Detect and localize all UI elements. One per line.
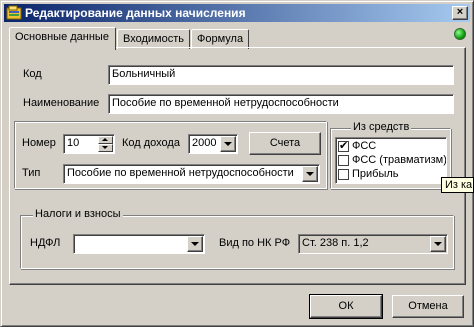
scheta-button[interactable]: Счета	[249, 132, 321, 155]
taxes-title: Налоги и взносы	[33, 208, 123, 220]
nomer-label: Номер	[22, 137, 56, 149]
checkbox-label: ФСС	[352, 140, 377, 152]
chevron-down-icon[interactable]	[430, 236, 446, 252]
scheta-button-label: Счета	[269, 137, 301, 149]
app-icon	[6, 5, 22, 20]
naimenovanie-label: Наименование	[23, 97, 100, 109]
kod-value: Больничный	[112, 68, 176, 80]
iz-sredstv-group: Из средств ✔ ФСС ФСС (травматизм) Прибыл…	[330, 121, 451, 189]
ok-button-label: ОК	[338, 300, 354, 312]
tab-inclusion[interactable]: Входимость	[117, 29, 190, 49]
tab-label: Формула	[197, 33, 244, 45]
params-group: Номер 10 Код дохода 2000 Счета Тип Пособ…	[14, 121, 327, 189]
nomer-value: 10	[67, 137, 80, 149]
tab-label: Входимость	[123, 33, 184, 45]
ok-button[interactable]: ОК	[309, 294, 383, 319]
cancel-button[interactable]: Отмена	[392, 295, 464, 318]
close-button[interactable]: ×	[452, 6, 468, 20]
vid-nk-label: Вид по НК РФ	[219, 237, 291, 249]
nomer-spinner[interactable]: 10	[63, 134, 115, 154]
naimenovanie-input[interactable]: Пособие по временной нетрудоспособности	[108, 94, 454, 114]
tooltip-text: Из ка	[445, 179, 473, 191]
vid-nk-select[interactable]: Ст. 238 п. 1,2	[298, 234, 448, 254]
tooltip: Из ка	[441, 177, 474, 193]
spin-down-icon[interactable]	[98, 144, 113, 152]
spin-up-icon[interactable]	[98, 136, 113, 144]
status-indicator-icon	[454, 28, 466, 40]
tab-formula[interactable]: Формула	[191, 29, 249, 49]
kod-dohoda-select[interactable]: 2000	[188, 134, 238, 154]
spinner-buttons[interactable]	[98, 136, 113, 152]
close-icon: ×	[456, 6, 464, 18]
checkbox-label: Прибыль	[352, 168, 399, 180]
tab-panel-main: Код Больничный Наименование Пособие по в…	[9, 47, 466, 285]
iz-sredstv-title: Из средств	[351, 121, 412, 133]
ndfl-select[interactable]	[73, 234, 205, 254]
ndfl-label: НДФЛ	[30, 237, 61, 249]
title-bar[interactable]: Редактирование данных начисления ×	[4, 4, 470, 22]
checkbox-icon[interactable]	[338, 155, 349, 166]
naimenovanie-value: Пособие по временной нетрудоспособности	[112, 97, 339, 109]
tip-value: Пособие по временной нетрудоспособности	[67, 167, 294, 179]
chevron-down-icon[interactable]	[302, 166, 318, 182]
tip-label: Тип	[22, 167, 41, 179]
checkbox-icon[interactable]: ✔	[338, 140, 349, 152]
kod-dohoda-value: 2000	[192, 137, 217, 149]
kod-dohoda-label: Код дохода	[122, 137, 180, 149]
kod-input[interactable]: Больничный	[108, 65, 454, 85]
checkbox-label: ФСС (травматизм)	[352, 154, 447, 166]
taxes-group: Налоги и взносы НДФЛ Вид по НК РФ Ст. 23…	[20, 208, 454, 269]
chevron-down-icon[interactable]	[220, 136, 236, 152]
cancel-button-label: Отмена	[408, 300, 448, 312]
tab-label: Основные данные	[15, 31, 109, 43]
checkbox-icon[interactable]	[338, 169, 349, 180]
checkmark-icon: ✔	[339, 140, 349, 152]
tip-select[interactable]: Пособие по временной нетрудоспособности	[63, 164, 320, 184]
dialog-window: Редактирование данных начисления × Основ…	[0, 0, 474, 327]
iz-sredstv-checklist[interactable]: ✔ ФСС ФСС (травматизм) Прибыль	[335, 137, 447, 184]
chevron-down-icon[interactable]	[187, 236, 203, 252]
vid-nk-value: Ст. 238 п. 1,2	[302, 237, 369, 249]
tab-main-data[interactable]: Основные данные	[9, 27, 116, 50]
window-title: Редактирование данных начисления	[25, 6, 246, 20]
kod-label: Код	[23, 68, 42, 80]
